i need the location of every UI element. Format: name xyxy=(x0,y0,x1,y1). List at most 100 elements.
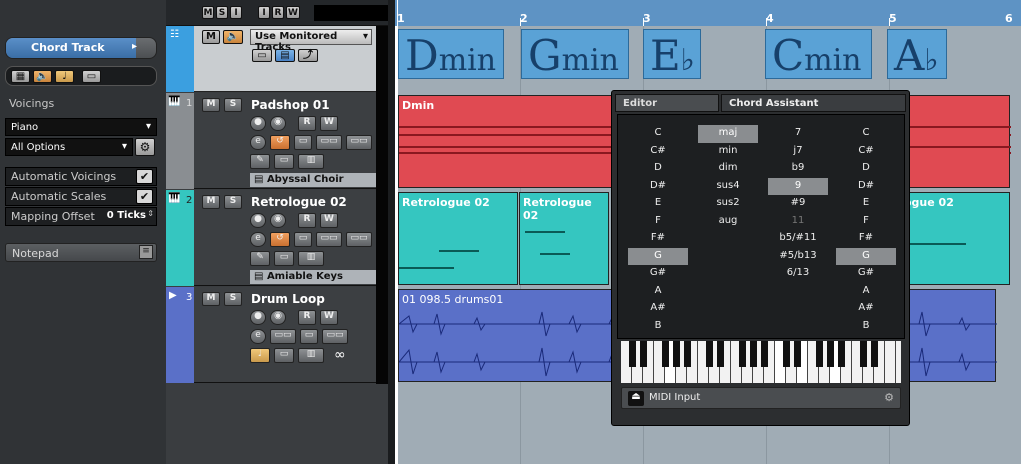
timebase-icon[interactable]: ▭ xyxy=(300,329,318,344)
instrument-select[interactable]: Piano ▾ xyxy=(5,118,157,136)
tension-option[interactable]: j7 xyxy=(768,143,828,161)
global-mute-button[interactable]: M xyxy=(202,6,214,19)
timebase-icon[interactable]: ▭ xyxy=(294,232,312,247)
chord-track-section[interactable]: Chord Track ▸ xyxy=(5,37,157,59)
black-key[interactable] xyxy=(783,341,790,367)
write-automation-button[interactable]: W xyxy=(320,213,338,228)
bass-note-option[interactable]: C xyxy=(836,125,896,143)
notepad-icon[interactable]: ≡ xyxy=(139,245,153,259)
tab-editor[interactable]: Editor xyxy=(615,94,719,112)
track-list-scrollbar[interactable] xyxy=(376,26,388,384)
chord-quality-option[interactable]: sus4 xyxy=(698,178,758,196)
stepper-icon[interactable]: ⇕ xyxy=(147,209,154,218)
bass-note-option[interactable]: C# xyxy=(836,143,896,161)
midi-part-keys[interactable]: Retrologue 02 xyxy=(398,192,518,285)
lane-icon[interactable]: ▭▭ xyxy=(270,329,296,344)
track-search-field[interactable] xyxy=(314,5,390,21)
root-note-option[interactable]: A# xyxy=(628,300,688,318)
monitor-track-icon[interactable]: ▦ xyxy=(11,70,30,83)
options-select[interactable]: All Options ▾ xyxy=(5,138,133,156)
tension-option[interactable]: 9 xyxy=(768,177,828,195)
gear-icon[interactable]: ⚙ xyxy=(135,138,155,156)
root-note-option[interactable]: F xyxy=(628,213,688,231)
black-key[interactable] xyxy=(816,341,823,367)
notepad-section[interactable]: Notepad ≡ xyxy=(5,243,157,262)
bass-note-option[interactable]: B xyxy=(836,318,896,336)
black-key[interactable] xyxy=(838,341,845,367)
chord-event[interactable]: A♭ xyxy=(887,29,947,80)
root-note-option[interactable]: G xyxy=(628,247,688,265)
tension-option[interactable]: 7 xyxy=(768,125,828,143)
bass-note-option[interactable]: D# xyxy=(836,178,896,196)
automatic-scales-checkbox[interactable]: ✔ xyxy=(136,189,153,204)
black-key[interactable] xyxy=(629,341,636,367)
black-key[interactable] xyxy=(706,341,713,367)
root-note-option[interactable]: A xyxy=(628,283,688,301)
root-note-option[interactable]: D xyxy=(628,160,688,178)
tension-option[interactable]: b5/#11 xyxy=(768,230,828,248)
track-name[interactable]: Padshop 01 xyxy=(251,98,330,112)
solo-button[interactable]: S xyxy=(224,98,242,112)
adaptive-icon[interactable]: ⤴ xyxy=(298,49,318,62)
note-icon[interactable]: ♩ xyxy=(55,70,74,83)
musical-mode-icon[interactable]: ♩ xyxy=(250,348,270,363)
timebase-icon[interactable]: ▭ xyxy=(294,135,312,150)
solo-button[interactable]: S xyxy=(224,292,242,306)
black-key[interactable] xyxy=(673,341,680,367)
black-key[interactable] xyxy=(750,341,757,367)
root-note-option[interactable]: D# xyxy=(628,178,688,196)
inserts-icon[interactable]: ▭▭ xyxy=(346,232,372,247)
chord-quality-option[interactable]: sus2 xyxy=(698,195,758,213)
folder-icon[interactable]: ▭ xyxy=(274,348,294,363)
keyboard-icon[interactable]: ▥ xyxy=(298,154,324,169)
keyboard-icon[interactable]: ▥ xyxy=(298,251,324,266)
midi-part-pad-end[interactable] xyxy=(900,95,1011,188)
global-read-button[interactable]: R xyxy=(272,6,284,19)
global-monitor-button[interactable]: I xyxy=(258,6,270,19)
chord-quality-option[interactable]: dim xyxy=(698,160,758,178)
chord-event[interactable]: Gmin xyxy=(521,29,629,80)
chord-quality-option[interactable]: min xyxy=(698,143,758,161)
black-key[interactable] xyxy=(871,341,878,367)
inserts-icon[interactable]: ▭▭ xyxy=(346,135,372,150)
record-button[interactable]: ● xyxy=(250,213,266,228)
tension-option[interactable]: 6/13 xyxy=(768,265,828,283)
root-note-option[interactable]: B xyxy=(628,318,688,336)
track-name[interactable]: Retrologue 02 xyxy=(251,195,347,209)
root-note-option[interactable]: G# xyxy=(628,265,688,283)
chord-event[interactable]: Cmin xyxy=(765,29,872,80)
root-note-option[interactable]: C# xyxy=(628,143,688,161)
global-listen-button[interactable]: I xyxy=(230,6,242,19)
mapping-offset-value[interactable]: 0 Ticks xyxy=(107,210,146,221)
bass-note-option[interactable]: G# xyxy=(836,265,896,283)
chord-follow-icon[interactable]: ↺ xyxy=(270,135,290,150)
black-key[interactable] xyxy=(794,341,801,367)
write-automation-button[interactable]: W xyxy=(320,116,338,131)
instrument-field[interactable]: ▤ Amiable Keys xyxy=(250,270,376,284)
record-button[interactable]: ● xyxy=(250,310,266,325)
folder-icon[interactable]: ▭ xyxy=(274,251,294,266)
monitor-button[interactable]: ◉ xyxy=(270,213,286,228)
chord-follow-icon[interactable]: ↺ xyxy=(270,232,290,247)
mute-button[interactable]: M xyxy=(202,98,220,112)
edit-instrument-icon[interactable]: e xyxy=(250,135,266,150)
black-key[interactable] xyxy=(761,341,768,367)
write-automation-button[interactable]: W xyxy=(320,310,338,325)
chord-event[interactable]: E♭ xyxy=(643,29,701,80)
chord-mute-button[interactable]: M xyxy=(202,30,220,44)
root-note-option[interactable]: C xyxy=(628,125,688,143)
collapse-arrow-icon[interactable]: ▸ xyxy=(132,41,137,52)
playhead[interactable] xyxy=(397,0,398,26)
piano-keyboard[interactable] xyxy=(621,341,901,383)
black-key[interactable] xyxy=(662,341,669,367)
tension-option[interactable]: #9 xyxy=(768,195,828,213)
root-note-option[interactable]: F# xyxy=(628,230,688,248)
pencil-icon[interactable]: ✎ xyxy=(250,154,270,169)
read-automation-button[interactable]: R xyxy=(298,310,316,325)
bass-note-option[interactable]: D xyxy=(836,160,896,178)
folder-icon[interactable]: ▭ xyxy=(274,154,294,169)
black-key[interactable] xyxy=(827,341,834,367)
speaker-icon[interactable]: 🔈 xyxy=(33,70,52,83)
black-key[interactable] xyxy=(860,341,867,367)
midi-part-keys[interactable]: ogue 02 xyxy=(900,192,1010,285)
